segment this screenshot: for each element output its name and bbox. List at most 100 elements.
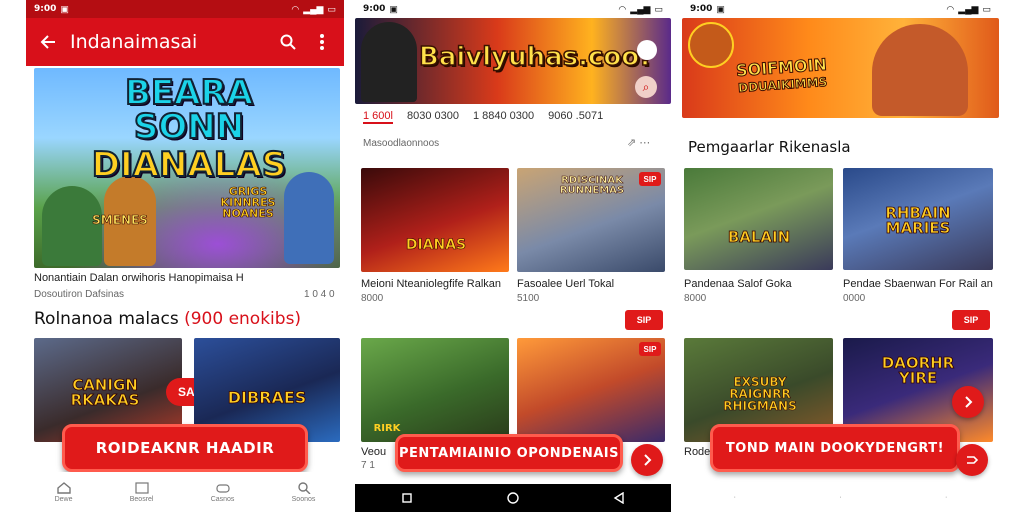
- hero-caption: Nonantiain Dalan orwihoris Hanopimaisa H: [34, 272, 244, 284]
- bottom-navigation: Dewe Beosrel Casnos Soonos: [26, 472, 344, 512]
- nav-item[interactable]: ·: [839, 494, 841, 501]
- wifi-icon: ◠: [291, 3, 300, 14]
- phone-screen-3: 9:00 ▣ ◠ ▂▄▆ ▭ SOIFMOIN DDUAIKIMMS Pemga…: [682, 0, 999, 512]
- primary-cta-button[interactable]: PENTAMIAINIO OPONDENAIS: [395, 434, 623, 472]
- wifi-icon: ◠: [946, 3, 955, 14]
- refresh-button[interactable]: [956, 444, 988, 476]
- game-card-caption: Pendae Sbaenwan For Rail an: [843, 278, 993, 290]
- controller-icon: [215, 483, 230, 493]
- signal-icon: ▂▄▆: [303, 3, 324, 14]
- nav-browse-label: Beosrel: [129, 495, 154, 503]
- section-more-tag[interactable]: SIP: [952, 310, 990, 330]
- pacman-icon: [637, 40, 657, 60]
- grid-icon: [134, 481, 149, 494]
- game-card-caption: Pandenaa Salof Goka: [684, 278, 792, 290]
- hero-meta: 1 0 4 0: [304, 289, 335, 300]
- phone-screen-2: 9:00 ▣ ◠ ▂▄▆ ▭ Baivlyuhas.coo! ⌕ 1 600l …: [355, 0, 671, 512]
- status-time: 9:00: [690, 4, 713, 14]
- status-time: 9:00: [363, 4, 386, 14]
- nav-games[interactable]: Casnos: [210, 482, 235, 503]
- nav-search[interactable]: Soonos: [291, 481, 316, 503]
- section-more-tag[interactable]: SIP: [625, 310, 663, 330]
- badge-tag: SIP: [639, 342, 661, 356]
- shuffle-icon: [967, 456, 979, 464]
- hero-subtitle: Dosoutiron Dafsinas: [34, 289, 125, 300]
- game-card-sub: 0000: [843, 293, 866, 304]
- game-card[interactable]: BALAIN: [684, 168, 833, 270]
- nav-games-label: Casnos: [210, 495, 235, 503]
- character-dark-knight: [361, 22, 417, 102]
- system-navigation-bar: [355, 484, 671, 512]
- game-card[interactable]: RDISCINAK RUNNEMAS SIP: [517, 168, 665, 272]
- app-bar: Indanaimasai: [26, 18, 344, 66]
- stats-caption: Masoodlaonnoos: [363, 138, 440, 149]
- battery-icon: ▭: [327, 3, 336, 14]
- hero-banner[interactable]: BEARA SONN DIANALAS GRIGS KINNRES NOANES…: [34, 68, 340, 268]
- home-icon: [56, 481, 71, 494]
- nav-item[interactable]: ·: [734, 494, 736, 501]
- status-time: 9:00: [34, 4, 57, 14]
- game-card-logo: DAORHR YIRE: [881, 354, 955, 387]
- nav-browse[interactable]: Beosrel: [129, 481, 154, 503]
- next-arrow-button[interactable]: [631, 444, 663, 476]
- game-card-logo: RDISCINAK RUNNEMAS: [559, 175, 625, 196]
- game-card-sub: 5100: [517, 293, 540, 304]
- hero-banner[interactable]: Baivlyuhas.coo! ⌕: [355, 18, 671, 104]
- game-card-logo: BALAIN: [727, 228, 791, 246]
- section-title: Rolnanoa malacs (900 enokibs): [34, 309, 301, 329]
- game-card-sub: 7 1: [361, 460, 375, 471]
- home-icon[interactable]: [506, 491, 520, 505]
- section-title: Pemgaarlar Rikenasla: [688, 138, 851, 156]
- section-title-text: Rolnanoa malacs: [34, 309, 179, 329]
- search-icon[interactable]: ⌕: [635, 76, 657, 98]
- stat-value: 9060 .5071: [548, 110, 604, 122]
- share-icon[interactable]: ⇗ ⋯: [627, 136, 650, 149]
- more-vert-icon[interactable]: [310, 30, 334, 54]
- stat-value: 1 8840 0300: [472, 110, 535, 122]
- game-card-sub: 8000: [361, 293, 384, 304]
- game-card[interactable]: RIRK: [361, 338, 509, 442]
- game-card-caption: Meioni Nteaniolegfife Ralkan: [361, 278, 502, 290]
- status-bar: 9:00 ▣ ◠ ▂▄▆ ▭: [682, 0, 999, 18]
- nav-search-label: Soonos: [291, 495, 316, 503]
- notification-icon: ▣: [60, 3, 69, 14]
- screenshot-collage: 9:00 ▣ ◠ ▂▄▆ ▭ Indanaimasai BEARA SONN D…: [0, 0, 1024, 512]
- phone-screen-1: 9:00 ▣ ◠ ▂▄▆ ▭ Indanaimasai BEARA SONN D…: [26, 0, 344, 512]
- search-icon[interactable]: [276, 30, 300, 54]
- badge-tag: SIP: [639, 172, 661, 186]
- game-card-logo: DIANAS: [405, 237, 467, 253]
- hero-banner[interactable]: SOIFMOIN DDUAIKIMMS: [682, 18, 999, 118]
- battery-icon: ▭: [654, 3, 663, 14]
- search-icon: [297, 481, 311, 494]
- game-card[interactable]: RHBAIN MARIES: [843, 168, 993, 270]
- nav-item[interactable]: ·: [945, 494, 947, 501]
- back-icon[interactable]: [613, 492, 625, 504]
- game-card[interactable]: SIP: [517, 338, 665, 442]
- next-arrow-button[interactable]: [952, 386, 984, 418]
- game-card-caption: Fasoalee Uerl Tokal: [517, 278, 615, 290]
- character-knight: [284, 172, 334, 264]
- game-card-logo: EXSUBY RAIGNRR RHIGMANS: [723, 375, 797, 413]
- signal-icon: ▂▄▆: [958, 3, 979, 14]
- chevron-right-icon: [644, 454, 652, 466]
- hero-side-label: SMENES: [92, 213, 148, 227]
- notification-icon: ▣: [389, 3, 398, 14]
- battery-icon: ▭: [982, 3, 991, 14]
- status-bar: 9:00 ▣ ◠ ▂▄▆ ▭: [355, 0, 671, 18]
- chevron-right-icon: [965, 396, 973, 408]
- back-arrow-icon[interactable]: [36, 30, 60, 54]
- game-card-logo: DIBRAES: [227, 388, 307, 407]
- notification-icon: ▣: [716, 3, 725, 14]
- nav-home[interactable]: Dewe: [55, 481, 73, 503]
- game-card[interactable]: DIANAS: [361, 168, 509, 272]
- bottom-navigation: · · ·: [682, 482, 999, 512]
- recents-icon[interactable]: [401, 492, 413, 504]
- game-card-logo: RIRK: [373, 423, 401, 434]
- game-card-caption: Rode: [684, 446, 711, 458]
- game-card-logo: RHBAIN MARIES: [885, 204, 951, 237]
- hero-game-logo: Baivlyuhas.coo!: [418, 42, 652, 72]
- primary-cta-button[interactable]: TOND MAIN DOOKYDENGRT!: [710, 424, 960, 472]
- stats-row: 1 600l 8030 0300 1 8840 0300 9060 .5071: [363, 110, 663, 124]
- game-card-logo: CANIGN RKAKAS: [70, 376, 140, 409]
- primary-cta-button[interactable]: ROIDEAKNR HAADIR: [62, 424, 308, 472]
